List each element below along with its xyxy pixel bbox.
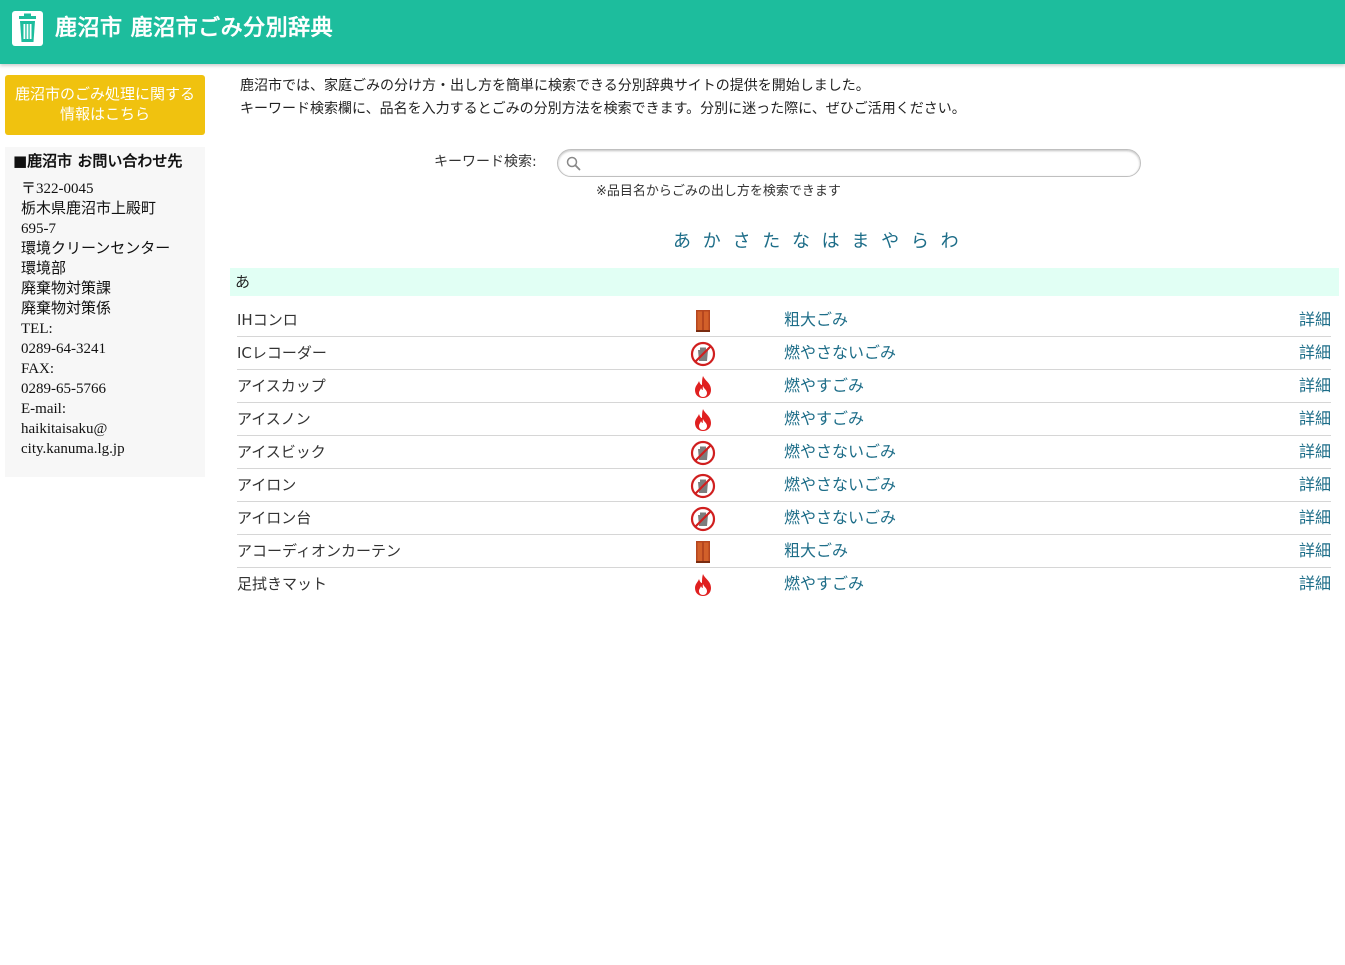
- kana-link-ka[interactable]: か: [703, 231, 723, 252]
- contact-tel: 0289-64-3241: [21, 341, 106, 357]
- non-burnable-icon: [690, 506, 716, 532]
- sidebar: 鹿沼市のごみ処理に関する情報はこちら ■鹿沼市 お問い合わせ先 〒322-004…: [5, 75, 205, 477]
- item-name: アイスビック: [237, 443, 326, 461]
- list-item: アイスカップ 燃やすごみ 詳細: [237, 370, 1331, 403]
- item-list: IHコンロ 粗大ごみ 詳細 ICレコーダー 燃やさないごみ 詳細 アイスカップ: [230, 304, 1339, 601]
- category-link[interactable]: 燃やすごみ: [784, 409, 864, 429]
- item-name: アイロン台: [237, 509, 312, 527]
- item-name: アイスノン: [237, 410, 311, 428]
- detail-link[interactable]: 詳細: [1299, 475, 1331, 495]
- contact-department: 環境部: [21, 261, 67, 277]
- kana-index-nav: あ か さ た な は ま や ら わ: [673, 227, 963, 253]
- contact-email-label: E-mail:: [21, 401, 66, 417]
- contact-box: ■鹿沼市 お問い合わせ先 〒322-0045 栃木県鹿沼市上殿町 695-7 環…: [5, 147, 205, 477]
- list-item: アイスビック 燃やさないごみ 詳細: [237, 436, 1331, 469]
- bulky-waste-icon: [696, 310, 710, 332]
- contact-postal-code: 〒322-0045: [21, 181, 94, 197]
- item-name: 足拭きマット: [237, 575, 328, 593]
- detail-link[interactable]: 詳細: [1299, 310, 1331, 330]
- site-header: 鹿沼市 鹿沼市ごみ分別辞典: [0, 0, 1345, 64]
- detail-link[interactable]: 詳細: [1299, 508, 1331, 528]
- contact-fax: 0289-65-5766: [21, 381, 106, 397]
- contact-section: 廃棄物対策係: [21, 301, 112, 317]
- non-burnable-icon: [690, 440, 716, 466]
- kana-link-sa[interactable]: さ: [732, 231, 752, 252]
- item-name: アイロン: [237, 476, 297, 494]
- search-icon: [566, 156, 581, 171]
- item-name: ICレコーダー: [237, 344, 327, 362]
- kana-link-wa[interactable]: わ: [941, 231, 961, 252]
- intro-line-2: キーワード検索欄に、品名を入力するとごみの分別方法を検索できます。分別に迷った際…: [240, 101, 966, 117]
- detail-link[interactable]: 詳細: [1299, 541, 1331, 561]
- category-link[interactable]: 燃やさないごみ: [784, 343, 896, 363]
- contact-email-domain: city.kanuma.lg.jp: [21, 441, 125, 457]
- garbage-info-button[interactable]: 鹿沼市のごみ処理に関する情報はこちら: [5, 75, 205, 135]
- category-link[interactable]: 粗大ごみ: [784, 541, 848, 561]
- list-item: IHコンロ 粗大ごみ 詳細: [237, 304, 1331, 337]
- contact-fax-label: FAX:: [21, 361, 55, 377]
- contact-email-user: haikitaisaku@: [21, 421, 108, 437]
- detail-link[interactable]: 詳細: [1299, 343, 1331, 363]
- contact-title: ■鹿沼市 お問い合わせ先: [13, 152, 183, 170]
- search-label: キーワード検索:: [434, 154, 537, 170]
- bulky-waste-icon: [696, 541, 710, 563]
- item-name: アコーディオンカーテン: [237, 542, 401, 560]
- kana-link-ma[interactable]: ま: [851, 231, 871, 252]
- trash-can-icon[interactable]: [12, 11, 43, 46]
- list-item: アコーディオンカーテン 粗大ごみ 詳細: [237, 535, 1331, 568]
- burnable-icon: [695, 574, 711, 596]
- list-item: 足拭きマット 燃やすごみ 詳細: [237, 568, 1331, 601]
- detail-link[interactable]: 詳細: [1299, 442, 1331, 462]
- site-title[interactable]: 鹿沼市 鹿沼市ごみ分別辞典: [55, 14, 333, 44]
- category-link[interactable]: 燃やすごみ: [784, 574, 864, 594]
- item-name: アイスカップ: [237, 377, 326, 395]
- search-input[interactable]: [557, 149, 1141, 177]
- category-link[interactable]: 粗大ごみ: [784, 310, 848, 330]
- category-link[interactable]: 燃やさないごみ: [784, 442, 896, 462]
- kana-link-ha[interactable]: は: [822, 231, 842, 252]
- intro-line-1: 鹿沼市では、家庭ごみの分け方・出し方を簡単に検索できる分別辞典サイトの提供を開始…: [240, 78, 870, 94]
- detail-link[interactable]: 詳細: [1299, 574, 1331, 594]
- kana-link-a[interactable]: あ: [673, 231, 693, 252]
- kana-link-ra[interactable]: ら: [911, 231, 931, 252]
- detail-link[interactable]: 詳細: [1299, 409, 1331, 429]
- contact-tel-label: TEL:: [21, 321, 53, 337]
- contact-details: 〒322-0045 栃木県鹿沼市上殿町 695-7 環境クリーンセンター 環境部…: [13, 179, 197, 459]
- search-note: ※品目名からごみの出し方を検索できます: [596, 184, 841, 199]
- list-item: アイロン台 燃やさないごみ 詳細: [237, 502, 1331, 535]
- burnable-icon: [695, 409, 711, 431]
- non-burnable-icon: [690, 341, 716, 367]
- detail-link[interactable]: 詳細: [1299, 376, 1331, 396]
- contact-address-number: 695-7: [21, 221, 56, 237]
- burnable-icon: [695, 376, 711, 398]
- main-content: 鹿沼市では、家庭ごみの分け方・出し方を簡単に検索できる分別辞典サイトの提供を開始…: [230, 75, 1339, 596]
- contact-address: 栃木県鹿沼市上殿町: [21, 201, 157, 217]
- list-item: アイスノン 燃やすごみ 詳細: [237, 403, 1331, 436]
- category-link[interactable]: 燃やさないごみ: [784, 475, 896, 495]
- kana-link-ta[interactable]: た: [762, 231, 782, 252]
- section-heading-a: あ: [230, 268, 1339, 296]
- list-item: アイロン 燃やさないごみ 詳細: [237, 469, 1331, 502]
- kana-link-ya[interactable]: や: [881, 231, 901, 252]
- category-link[interactable]: 燃やさないごみ: [784, 508, 896, 528]
- intro-text: 鹿沼市では、家庭ごみの分け方・出し方を簡単に検索できる分別辞典サイトの提供を開始…: [230, 75, 1339, 121]
- contact-facility: 環境クリーンセンター: [21, 241, 171, 257]
- non-burnable-icon: [690, 473, 716, 499]
- category-link[interactable]: 燃やすごみ: [784, 376, 864, 396]
- kana-link-na[interactable]: な: [792, 231, 812, 252]
- list-item: ICレコーダー 燃やさないごみ 詳細: [237, 337, 1331, 370]
- contact-division: 廃棄物対策課: [21, 281, 112, 297]
- item-name: IHコンロ: [237, 311, 298, 329]
